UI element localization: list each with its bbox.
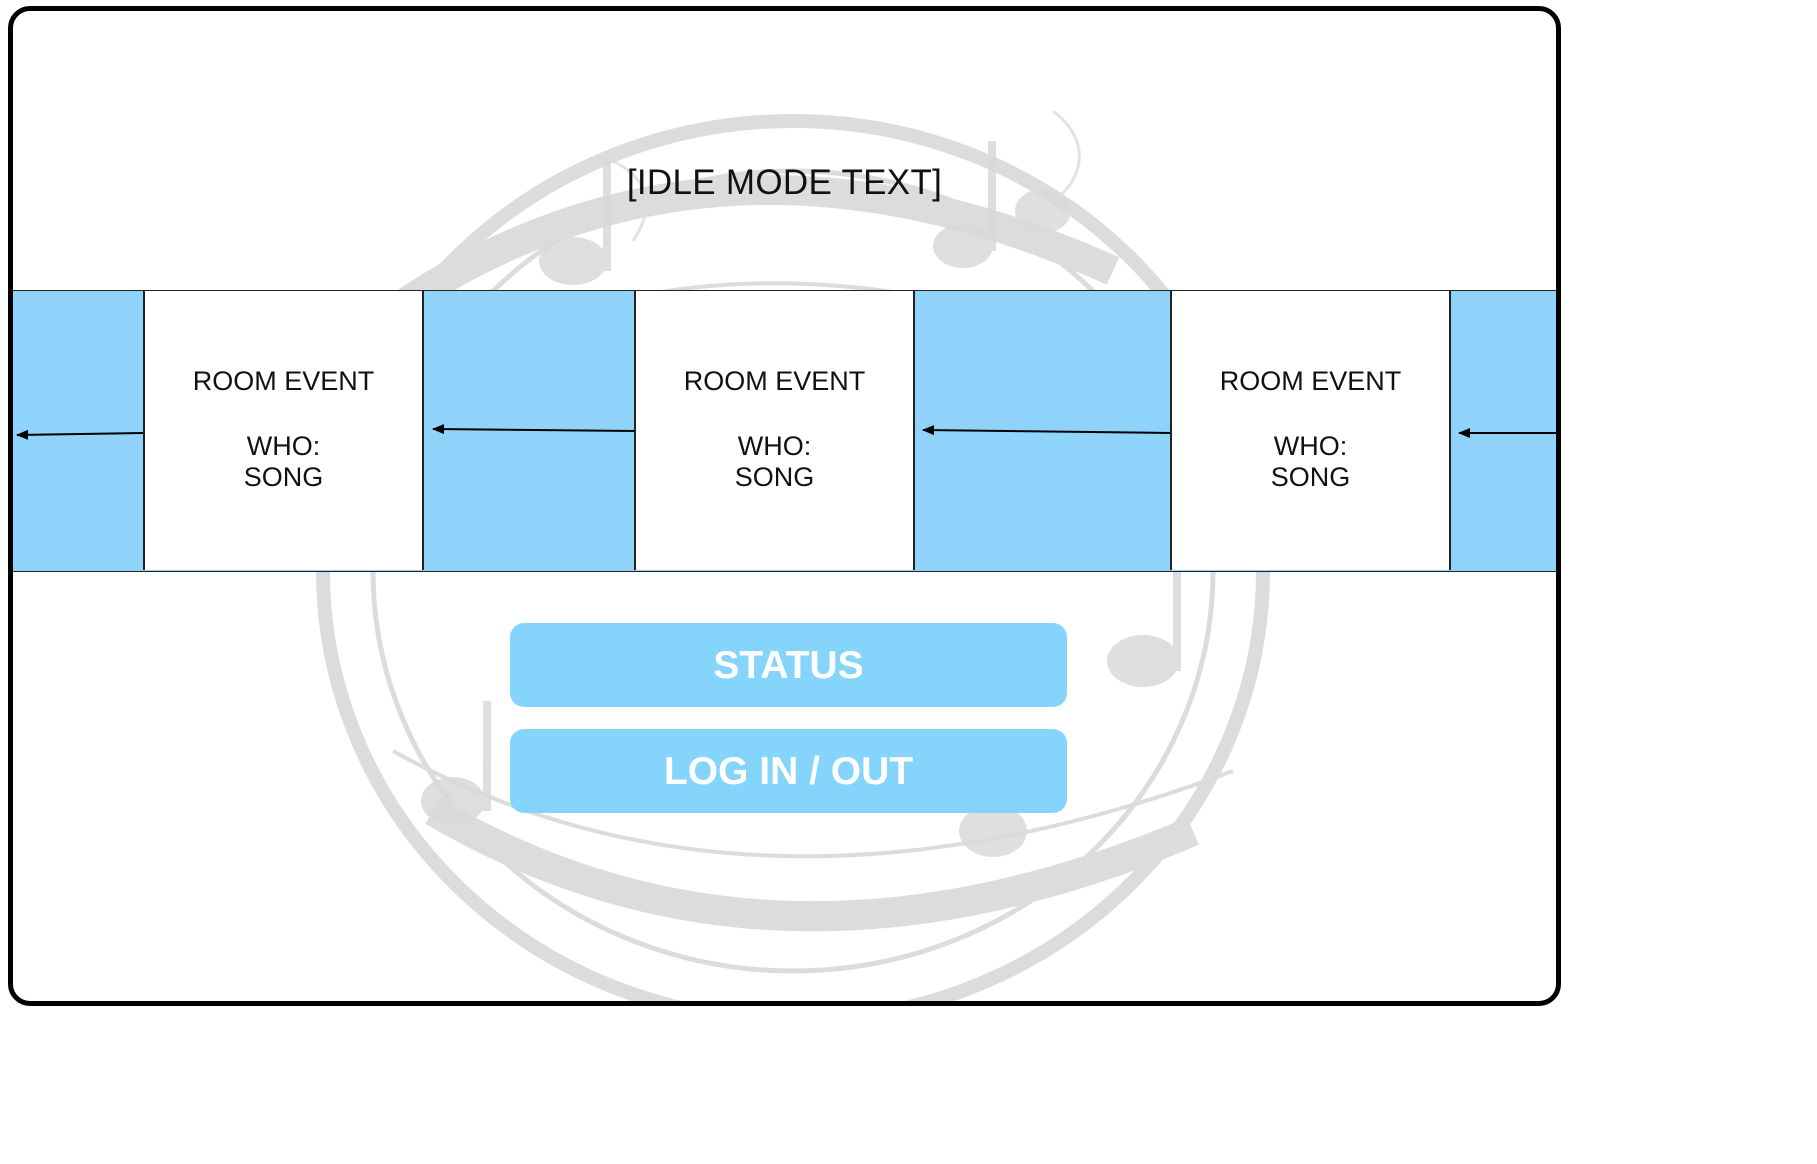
arrow-left-2 [432,424,637,435]
idle-mode-text: [IDLE MODE TEXT] [626,163,943,202]
room-event-title: ROOM EVENT [192,366,375,396]
status-button[interactable]: STATUS [510,623,1067,707]
room-event-card[interactable]: ROOM EVENT WHO: SONG [1170,291,1451,570]
room-event-card[interactable]: ROOM EVENT WHO: SONG [143,291,424,570]
room-event-strip: ROOM EVENT WHO: SONG ROOM EVENT WHO: SON… [13,290,1556,572]
room-event-who: WHO: [246,431,321,461]
room-event-title: ROOM EVENT [1219,366,1402,396]
arrow-left-3 [922,425,1173,436]
login-logout-button[interactable]: LOG IN / OUT [510,729,1067,813]
room-event-card[interactable]: ROOM EVENT WHO: SONG [634,291,915,570]
room-event-song: SONG [243,462,324,492]
arrow-left-1 [16,429,144,440]
app-window: [IDLE MODE TEXT] ROOM EVENT WHO: SONG RO… [8,6,1561,1006]
room-event-who: WHO: [1273,431,1348,461]
room-event-song: SONG [734,462,815,492]
room-event-who: WHO: [737,431,812,461]
room-event-title: ROOM EVENT [683,366,866,396]
room-event-song: SONG [1270,462,1351,492]
